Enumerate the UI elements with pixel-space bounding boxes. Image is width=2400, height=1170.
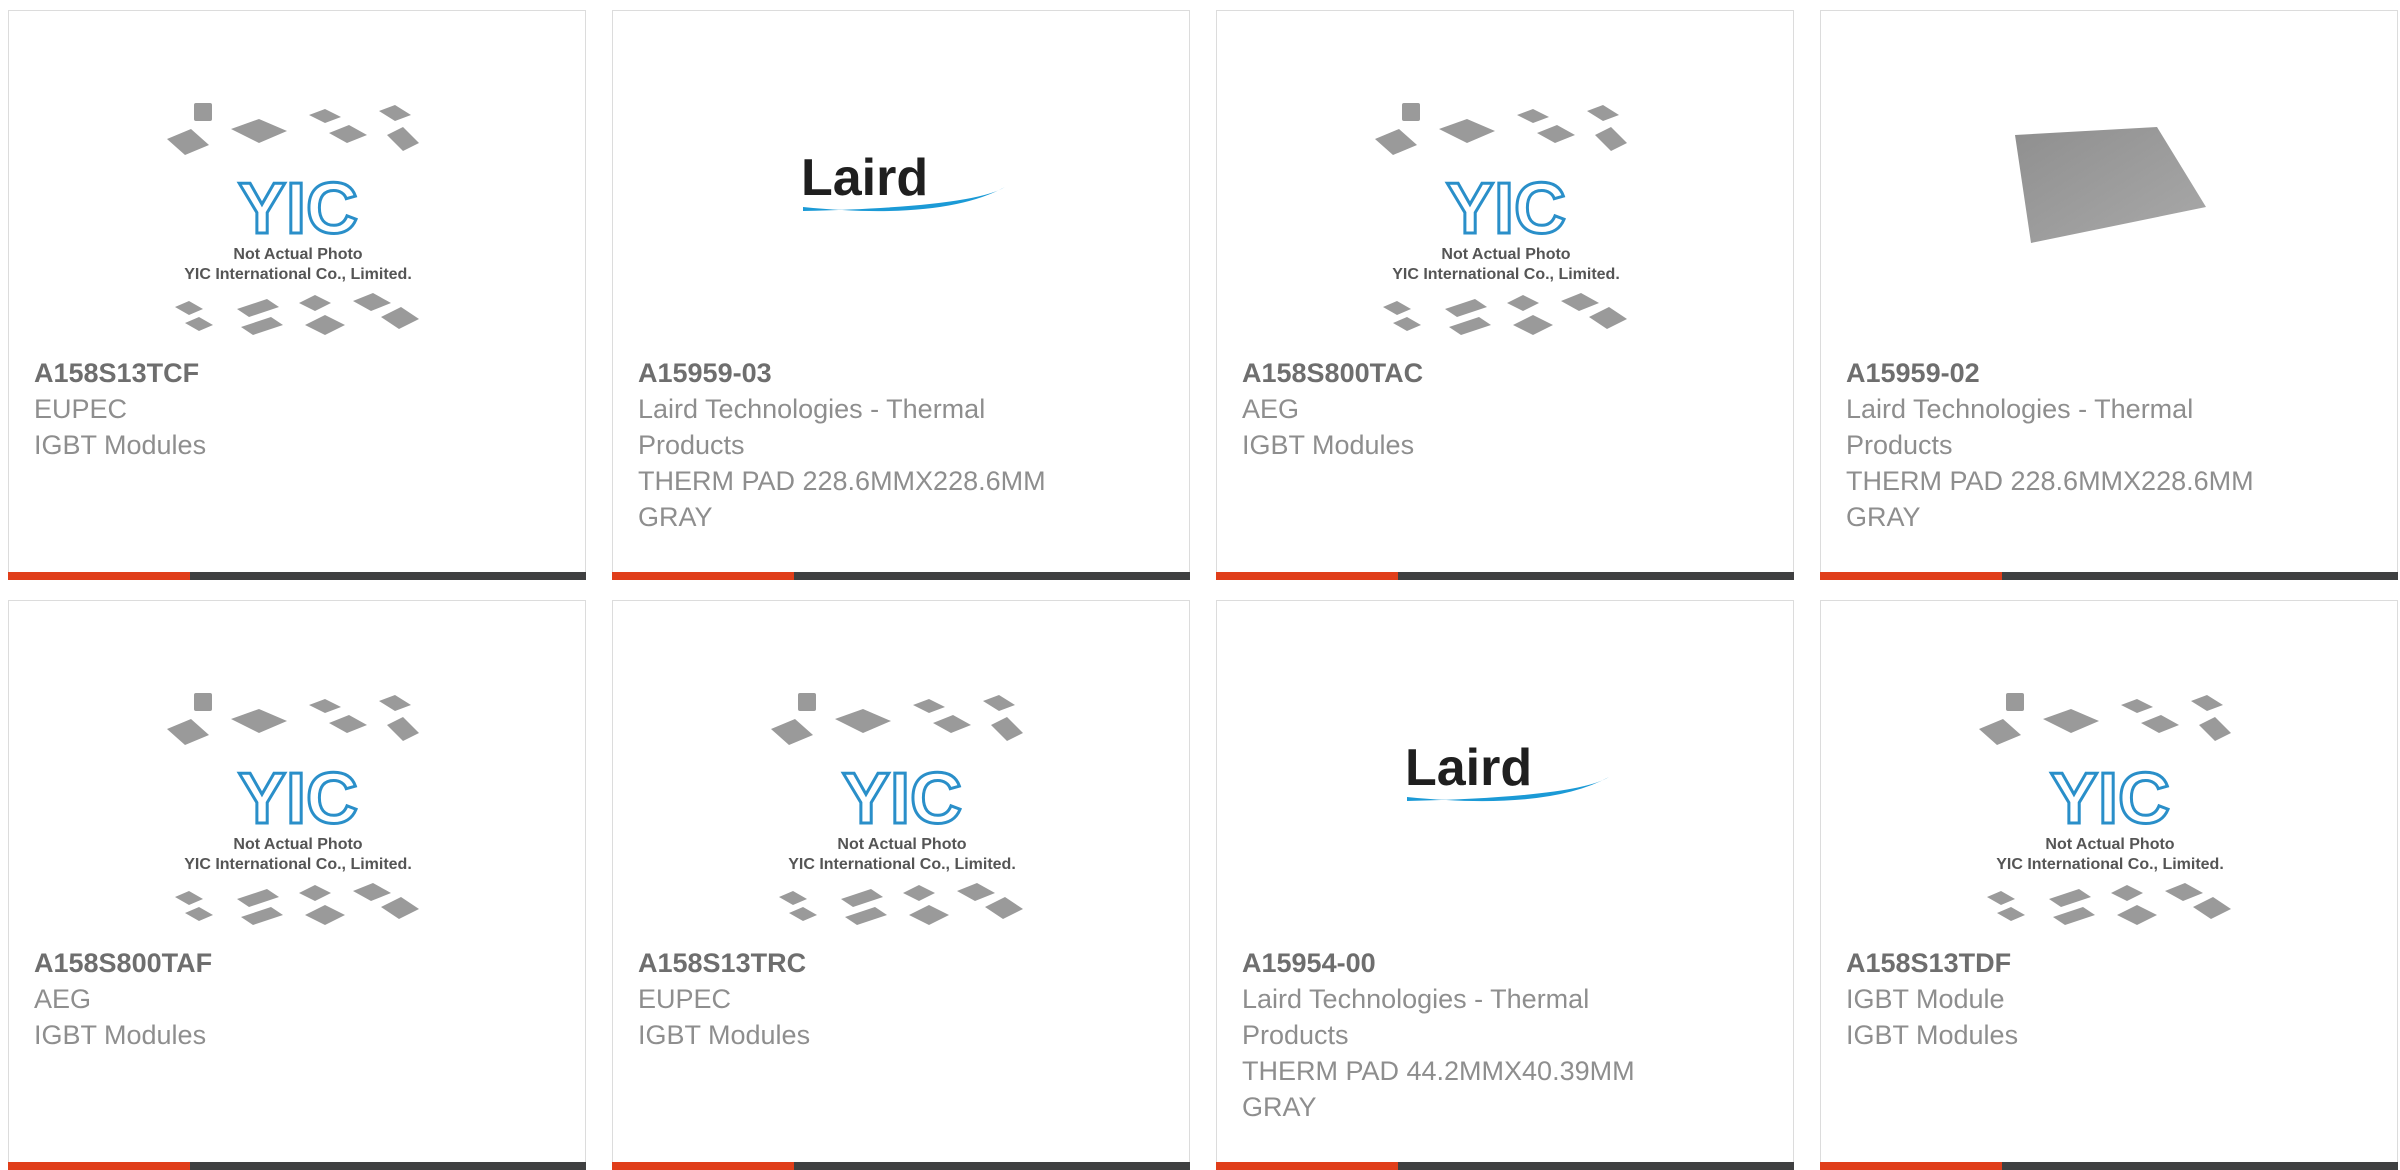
- product-info: A15959-02 Laird Technologies - Thermal P…: [1846, 355, 2276, 535]
- product-image[interactable]: YIC Not Actual Photo YIC International C…: [613, 601, 1191, 941]
- svg-text:YIC International Co., Limited: YIC International Co., Limited.: [1996, 856, 2224, 873]
- yic-logo: YIC: [2050, 759, 2170, 839]
- description: THERM PAD 44.2MMX40.39MM GRAY: [1242, 1056, 1635, 1122]
- card-accent-bar: [1216, 572, 1398, 580]
- product-image[interactable]: YIC Not Actual Photo YIC International C…: [1821, 601, 2399, 941]
- svg-text:Not Actual Photo: Not Actual Photo: [233, 246, 362, 263]
- product-info: A158S13TRC EUPEC IGBT Modules: [638, 945, 1068, 1053]
- laird-logo-image: Laird: [801, 149, 1005, 212]
- part-number[interactable]: A15959-02: [1846, 355, 2276, 391]
- card-accent-bar: [612, 572, 794, 580]
- product-image[interactable]: YIC Not Actual Photo YIC International C…: [9, 11, 587, 351]
- card-bottom-bar: [1216, 1162, 1794, 1170]
- manufacturer: Laird Technologies - Thermal Products: [638, 394, 986, 460]
- description: THERM PAD 228.6MMX228.6MM GRAY: [1846, 466, 2254, 532]
- yic-logo: YIC: [1446, 169, 1566, 249]
- svg-text:YIC International Co., Limited: YIC International Co., Limited.: [788, 856, 1016, 873]
- card-bottom-bar: [612, 1162, 1190, 1170]
- card-bottom-bar: [8, 572, 586, 580]
- card-accent-bar: [1216, 1162, 1398, 1170]
- product-card[interactable]: Laird A15954-00 Laird Technologies - The…: [1216, 600, 1794, 1170]
- product-image[interactable]: Laird: [613, 11, 1191, 351]
- yic-logo: YIC: [238, 759, 358, 839]
- description: IGBT Modules: [638, 1020, 811, 1050]
- card-bottom-bar: [1820, 1162, 2398, 1170]
- part-number[interactable]: A158S800TAF: [34, 945, 464, 981]
- product-info: A158S800TAC AEG IGBT Modules: [1242, 355, 1672, 463]
- product-card[interactable]: Laird A15959-03 Laird Technologies - The…: [612, 10, 1190, 580]
- description: IGBT Modules: [34, 1020, 207, 1050]
- product-image[interactable]: YIC Not Actual Photo YIC International C…: [1217, 11, 1795, 351]
- yic-placeholder-image: YIC Not Actual Photo YIC International C…: [1375, 103, 1627, 335]
- product-image[interactable]: YIC Not Actual Photo YIC International C…: [9, 601, 587, 941]
- svg-text:Not Actual Photo: Not Actual Photo: [233, 836, 362, 853]
- part-number[interactable]: A158S13TCF: [34, 355, 464, 391]
- card-accent-bar: [1820, 1162, 2002, 1170]
- card-accent-bar: [612, 1162, 794, 1170]
- yic-logo: YIC: [238, 169, 358, 249]
- manufacturer: EUPEC: [638, 984, 732, 1014]
- manufacturer: Laird Technologies - Thermal Products: [1846, 394, 2194, 460]
- gray-thermal-pad-icon: [2015, 127, 2206, 243]
- yic-placeholder-image: YIC Not Actual Photo YIC International C…: [1979, 693, 2231, 925]
- yic-logo: YIC: [842, 759, 962, 839]
- card-accent-bar: [8, 572, 190, 580]
- manufacturer: AEG: [1242, 394, 1300, 424]
- part-number[interactable]: A158S800TAC: [1242, 355, 1672, 391]
- svg-text:Not Actual Photo: Not Actual Photo: [1441, 246, 1570, 263]
- manufacturer: EUPEC: [34, 394, 128, 424]
- description: IGBT Modules: [34, 430, 207, 460]
- card-bottom-bar: [1820, 572, 2398, 580]
- product-info: A158S800TAF AEG IGBT Modules: [34, 945, 464, 1053]
- product-info: A15959-03 Laird Technologies - Thermal P…: [638, 355, 1068, 535]
- yic-placeholder-image: YIC Not Actual Photo YIC International C…: [771, 693, 1023, 925]
- product-card[interactable]: YIC Not Actual Photo YIC International C…: [8, 600, 586, 1170]
- thermal-pad-image: [2015, 127, 2206, 243]
- card-accent-bar: [8, 1162, 190, 1170]
- product-info: A158S13TCF EUPEC IGBT Modules: [34, 355, 464, 463]
- yic-placeholder-image: YIC Not Actual Photo YIC International C…: [167, 103, 419, 335]
- manufacturer: IGBT Module: [1846, 984, 2005, 1014]
- card-bottom-bar: [612, 572, 1190, 580]
- product-info: A15954-00 Laird Technologies - Thermal P…: [1242, 945, 1672, 1125]
- product-card[interactable]: YIC Not Actual Photo YIC International C…: [8, 10, 586, 580]
- card-bottom-bar: [1216, 572, 1794, 580]
- manufacturer: Laird Technologies - Thermal Products: [1242, 984, 1590, 1050]
- card-bottom-bar: [8, 1162, 586, 1170]
- laird-logo-image: Laird: [1405, 739, 1609, 802]
- svg-text:YIC International Co., Limited: YIC International Co., Limited.: [184, 266, 412, 283]
- yic-placeholder-image: YIC Not Actual Photo YIC International C…: [167, 693, 419, 925]
- part-number[interactable]: A15954-00: [1242, 945, 1672, 981]
- part-number[interactable]: A158S13TDF: [1846, 945, 2276, 981]
- product-card[interactable]: YIC Not Actual Photo YIC International C…: [1820, 600, 2398, 1170]
- description: IGBT Modules: [1846, 1020, 2019, 1050]
- part-number[interactable]: A15959-03: [638, 355, 1068, 391]
- description: THERM PAD 228.6MMX228.6MM GRAY: [638, 466, 1046, 532]
- product-info: A158S13TDF IGBT Module IGBT Modules: [1846, 945, 2276, 1053]
- product-card[interactable]: YIC Not Actual Photo YIC International C…: [1216, 10, 1794, 580]
- manufacturer: AEG: [34, 984, 92, 1014]
- laird-logo: Laird: [801, 149, 928, 207]
- product-image[interactable]: [1821, 11, 2399, 351]
- product-card[interactable]: A15959-02 Laird Technologies - Thermal P…: [1820, 10, 2398, 580]
- product-grid: YIC Not Actual Photo YIC International C…: [0, 0, 2400, 1170]
- laird-logo: Laird: [1405, 739, 1532, 797]
- svg-text:YIC International Co., Limited: YIC International Co., Limited.: [1392, 266, 1620, 283]
- svg-text:Not Actual Photo: Not Actual Photo: [837, 836, 966, 853]
- svg-text:Not Actual Photo: Not Actual Photo: [2045, 836, 2174, 853]
- card-accent-bar: [1820, 572, 2002, 580]
- product-card[interactable]: YIC Not Actual Photo YIC International C…: [612, 600, 1190, 1170]
- svg-text:YIC International Co., Limited: YIC International Co., Limited.: [184, 856, 412, 873]
- description: IGBT Modules: [1242, 430, 1415, 460]
- part-number[interactable]: A158S13TRC: [638, 945, 1068, 981]
- product-image[interactable]: Laird: [1217, 601, 1795, 941]
